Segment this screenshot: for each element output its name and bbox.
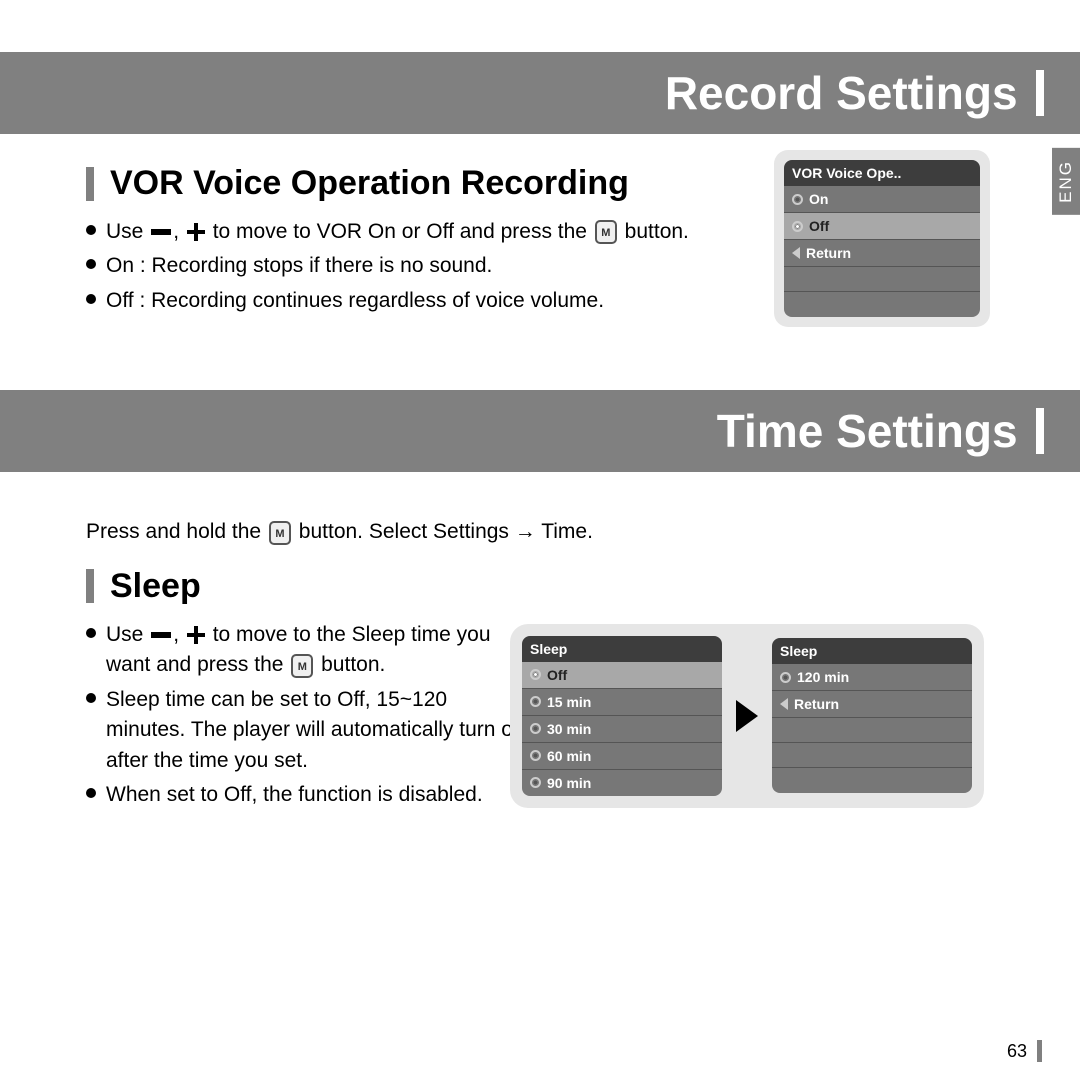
device-title: Sleep	[772, 638, 972, 664]
bullet-text: On : Recording stops if there is no soun…	[106, 251, 726, 281]
heading-text: Sleep	[110, 567, 201, 606]
device-row-return: Return	[772, 691, 972, 718]
device-title: Sleep	[522, 636, 722, 662]
device-row-empty	[784, 292, 980, 317]
time-section: Press and hold the M button. Select Sett…	[0, 472, 1080, 824]
band-separator	[1036, 70, 1044, 116]
language-tab: ENG	[1052, 148, 1080, 215]
device-row: 120 min	[772, 664, 972, 691]
bullet-text: Sleep time can be set to Off, 15~120 min…	[106, 685, 526, 776]
vor-section: ENG VOR Voice Operation Recording Use , …	[0, 134, 1080, 330]
bullet-text: When set to Off, the function is disable…	[106, 780, 526, 810]
m-button-icon: M	[291, 654, 313, 678]
minus-icon	[151, 229, 171, 235]
page-number: 63	[1007, 1040, 1042, 1062]
minus-icon	[151, 632, 171, 638]
device-row-empty	[772, 718, 972, 743]
bullet-icon	[86, 225, 96, 235]
radio-icon	[530, 696, 541, 707]
m-button-icon: M	[269, 521, 291, 545]
bullet-icon	[86, 294, 96, 304]
radio-selected-icon	[792, 221, 803, 232]
vor-device-screenshot: VOR Voice Ope.. On Off Return	[774, 150, 990, 327]
bullet-text: Use , to move to the Sleep time you want…	[106, 620, 526, 681]
device-row-empty	[772, 743, 972, 768]
device-row-empty	[772, 768, 972, 793]
sleep-screen-1: Sleep Off 15 min 30 min 60 min 90 min	[522, 636, 722, 796]
band-title: Time Settings	[717, 404, 1018, 458]
radio-icon	[530, 750, 541, 761]
arrow-right-icon	[736, 700, 758, 732]
bullet-icon	[86, 693, 96, 703]
heading-bar-icon	[86, 167, 94, 201]
section-band-time: Time Settings	[0, 390, 1080, 472]
bullet-text: Off : Recording continues regardless of …	[106, 286, 726, 316]
bullet-icon	[86, 628, 96, 638]
device-row: 60 min	[522, 743, 722, 770]
heading-text: VOR Voice Operation Recording	[110, 164, 629, 203]
device-row: 90 min	[522, 770, 722, 796]
m-button-icon: M	[595, 220, 617, 244]
vor-bullet-list: Use , to move to VOR On or Off and press…	[86, 217, 726, 316]
section-band-record: Record Settings	[0, 52, 1080, 134]
device-row: 15 min	[522, 689, 722, 716]
radio-icon	[792, 194, 803, 205]
page-separator-icon	[1037, 1040, 1042, 1062]
radio-selected-icon	[530, 669, 541, 680]
bullet-text: Use , to move to VOR On or Off and press…	[106, 217, 726, 247]
sleep-device-screenshots: Sleep Off 15 min 30 min 60 min 90 min	[510, 624, 984, 808]
plus-icon	[187, 223, 205, 241]
device-row-on: On	[784, 186, 980, 213]
radio-icon	[530, 723, 541, 734]
heading-bar-icon	[86, 569, 94, 603]
device-row-off: Off	[784, 213, 980, 240]
bullet-icon	[86, 788, 96, 798]
heading-sleep: Sleep	[86, 567, 1040, 606]
back-icon	[792, 247, 800, 259]
device-row: Off	[522, 662, 722, 689]
radio-icon	[530, 777, 541, 788]
device-row: 30 min	[522, 716, 722, 743]
radio-icon	[780, 672, 791, 683]
band-separator	[1036, 408, 1044, 454]
sleep-screen-2: Sleep 120 min Return	[772, 638, 972, 793]
device-row-empty	[784, 267, 980, 292]
time-intro: Press and hold the M button. Select Sett…	[86, 520, 1040, 544]
plus-icon	[187, 626, 205, 644]
device-row-return: Return	[784, 240, 980, 267]
back-icon	[780, 698, 788, 710]
band-title: Record Settings	[665, 66, 1018, 120]
bullet-icon	[86, 259, 96, 269]
device-title: VOR Voice Ope..	[784, 160, 980, 186]
sleep-bullet-list: Use , to move to the Sleep time you want…	[86, 620, 526, 811]
